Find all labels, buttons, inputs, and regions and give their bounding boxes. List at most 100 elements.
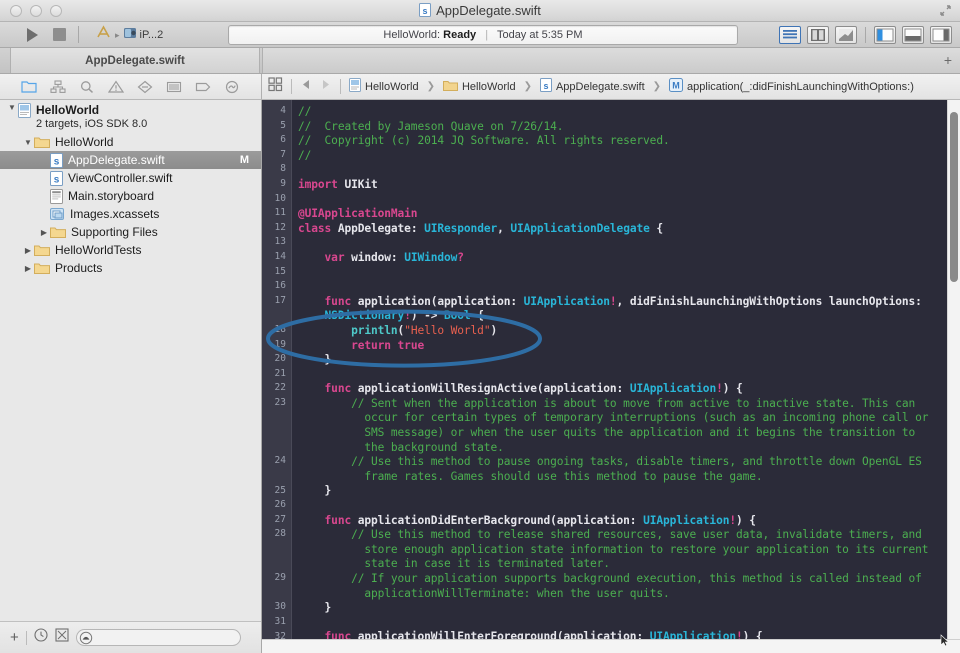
tab-label: AppDelegate.swift: [85, 54, 185, 67]
mouse-cursor-icon: [940, 634, 950, 652]
find-navigator-icon[interactable]: [77, 78, 97, 96]
related-items-icon[interactable]: [268, 76, 283, 97]
debug-area-toggle-button[interactable]: [902, 26, 924, 44]
navigator-row-label: AppDelegate.swift: [68, 153, 165, 167]
navigator-row-images-xcassets[interactable]: Images.xcassets: [0, 205, 261, 223]
folder-icon: [34, 262, 50, 275]
code-line: the background state.: [351, 440, 504, 454]
row-text-group: ViewController.swift: [65, 171, 172, 185]
breadcrumb-separator: ❯: [523, 81, 532, 92]
line-number: 14: [274, 251, 286, 262]
jumpbar-divider-1: [291, 79, 292, 94]
line-number: 16: [274, 280, 286, 292]
navigator-row-label: Main.storyboard: [68, 189, 155, 203]
editor-tab-bar: AppDelegate.swift +: [0, 48, 960, 74]
navigator-row-products[interactable]: ▶ Products: [0, 259, 261, 277]
line-number: 17: [274, 294, 286, 306]
tab-appdelegate[interactable]: AppDelegate.swift: [10, 48, 260, 73]
version-editor-button[interactable]: [835, 26, 857, 44]
navigator-row-supporting-files[interactable]: ▶ Supporting Files: [0, 223, 261, 241]
add-tab-button[interactable]: +: [944, 53, 952, 67]
run-button[interactable]: [22, 25, 42, 50]
code-line: var window: UIWindow?: [324, 250, 464, 264]
stop-button[interactable]: [53, 28, 66, 41]
breadcrumb-method[interactable]: M application(_:didFinishLaunchingWithOp…: [669, 78, 914, 95]
line-number: 25: [274, 484, 286, 496]
report-navigator-icon[interactable]: [222, 78, 242, 96]
svg-text:M: M: [672, 81, 680, 91]
line-number: 30: [274, 601, 286, 613]
code-line: occur for certain types of temporary int…: [351, 411, 929, 425]
debug-navigator-icon[interactable]: [164, 78, 184, 96]
svg-text:s: s: [423, 6, 428, 16]
issue-navigator-icon[interactable]: [106, 78, 126, 96]
window-title: AppDelegate.swift: [436, 3, 541, 18]
assistant-editor-button[interactable]: [807, 26, 829, 44]
breadcrumb-group[interactable]: HelloWorld: [442, 79, 516, 95]
line-number: 29: [274, 572, 286, 584]
editor-scrollbar-track[interactable]: [947, 100, 960, 653]
symbol-navigator-icon[interactable]: [48, 78, 68, 96]
navigator-toggle-button[interactable]: [874, 26, 896, 44]
code-line: // Sent when the application is about to…: [351, 396, 916, 410]
swift-file-icon: s: [50, 152, 63, 168]
file-tree: ▼ HelloWorld 2 targets, iOS SDK 8.0 ▼ HelloW…: [0, 103, 261, 620]
code-line: }: [324, 484, 332, 498]
code-line: // Use this method to release shared res…: [351, 528, 922, 542]
source-editor[interactable]: 4 5 6 7 8 9 10 11 12 13 14 15 16 17 18 19 20 21 22 23 24 25 26…: [262, 100, 960, 653]
code-line: // Use this method to pause ongoing task…: [351, 455, 922, 469]
breadcrumb-label: HelloWorld: [461, 80, 516, 93]
filter-input[interactable]: [75, 629, 241, 646]
scheme-selector[interactable]: ▸ iP...2: [95, 25, 163, 45]
line-number: 6: [280, 134, 286, 146]
code-content[interactable]: //// Created by Jameson Quave on 7/26/14…: [298, 105, 946, 653]
navigator-row-helloworld[interactable]: ▼ HelloWorld: [0, 133, 261, 151]
navigator-row-main-storyboard[interactable]: Main.storyboard: [0, 187, 261, 205]
line-number: 13: [274, 236, 286, 248]
add-file-button[interactable]: +: [10, 630, 19, 645]
source-control-icon[interactable]: [55, 628, 69, 647]
test-navigator-icon[interactable]: [135, 78, 155, 96]
navigator-row-helloworldtests[interactable]: ▶ HelloWorldTests: [0, 241, 261, 259]
xcode-window: s AppDelegate.swift ▸ iP...2 HelloWorld:: [0, 0, 960, 653]
filter-scope-icon[interactable]: [79, 631, 93, 650]
forward-button[interactable]: [319, 78, 332, 96]
recent-files-icon[interactable]: [34, 628, 48, 647]
standard-editor-button[interactable]: [779, 26, 801, 44]
navigator-row-viewcontroller-swift[interactable]: s ViewController.swift: [0, 169, 261, 187]
disclosure-triangle-icon[interactable]: ▶: [22, 264, 34, 273]
line-number: 23: [274, 397, 286, 408]
breakpoint-navigator-icon[interactable]: [193, 78, 213, 96]
navigator-row-label: HelloWorldTests: [55, 243, 142, 257]
line-number: 31: [274, 616, 286, 627]
breadcrumb-file[interactable]: s AppDelegate.swift: [539, 78, 645, 95]
svg-text:s: s: [54, 156, 60, 167]
navigator-row-helloworld[interactable]: ▼ HelloWorld 2 targets, iOS SDK 8.0: [0, 103, 261, 133]
fullscreen-icon[interactable]: [939, 4, 952, 22]
navigator-selector-bar: [0, 74, 262, 100]
breadcrumb-label: HelloWorld: [365, 80, 419, 93]
disclosure-triangle-icon[interactable]: ▼: [6, 103, 18, 112]
utilities-toggle-button[interactable]: [930, 26, 952, 44]
line-number: 21: [274, 367, 286, 379]
line-number: 12: [274, 221, 286, 233]
editor-jump-bar: HelloWorld ❯ HelloWorld ❯ s AppDelegate.…: [262, 74, 960, 100]
line-number: 18: [274, 324, 286, 335]
disclosure-triangle-icon[interactable]: ▶: [38, 228, 50, 237]
project-navigator-icon[interactable]: [19, 78, 39, 96]
code-line: import UIKit: [298, 177, 378, 191]
line-number: 11: [274, 207, 286, 219]
jumpbar-divider-2: [340, 79, 341, 94]
code-line: state in case it is terminated later.: [351, 557, 610, 571]
status-project-label: HelloWorld:: [383, 29, 441, 41]
disclosure-triangle-icon[interactable]: ▶: [22, 246, 34, 255]
back-button[interactable]: [300, 78, 313, 96]
navigator-row-appdelegate-swift[interactable]: s AppDelegate.swift M: [0, 151, 261, 169]
filterbar-divider: [25, 630, 27, 645]
breadcrumb-separator: ❯: [426, 81, 435, 92]
breadcrumb-label: AppDelegate.swift: [555, 80, 645, 93]
disclosure-triangle-icon[interactable]: ▼: [22, 138, 34, 147]
breadcrumb-project[interactable]: HelloWorld: [349, 78, 419, 95]
editor-scrollbar-thumb[interactable]: [950, 112, 958, 282]
